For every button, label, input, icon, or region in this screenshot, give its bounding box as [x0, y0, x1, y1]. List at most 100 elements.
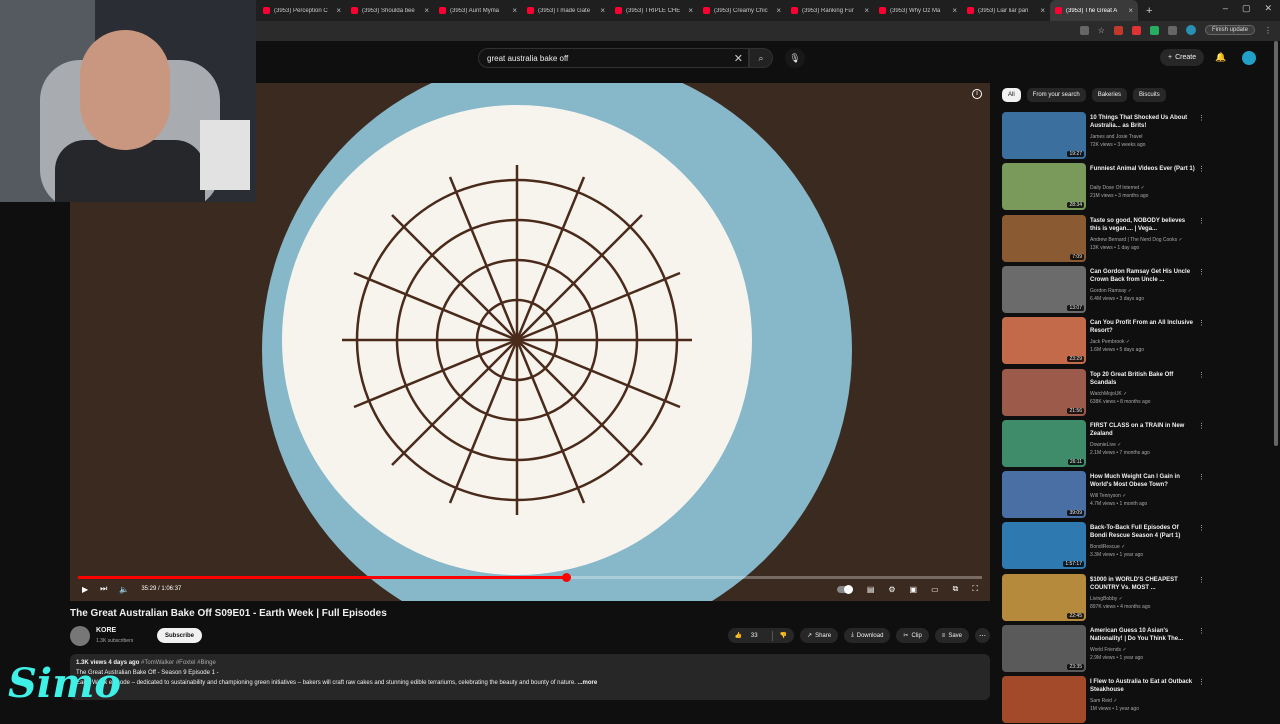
recommendation-item[interactable]: 23:29 Can You Profit From an All Inclusiv…	[1002, 317, 1205, 365]
video-thumbnail[interactable]: 13:07	[1002, 265, 1086, 313]
recommendation-item[interactable]: 26:11 FIRST CLASS on a TRAIN in New Zeala…	[1002, 419, 1205, 468]
clip-button[interactable]: ✂ Clip	[896, 628, 929, 643]
recommendation-channel[interactable]: BondiRescue ✓	[1090, 542, 1200, 552]
finish-update-button[interactable]: Finish update	[1204, 25, 1255, 35]
like-button[interactable]: 👍 33	[728, 632, 772, 639]
video-thumbnail[interactable]: 19:27	[1002, 112, 1086, 159]
channel-name[interactable]: KORE	[96, 627, 116, 634]
play-icon[interactable]: ▶	[82, 585, 88, 594]
extension-icon[interactable]	[1131, 25, 1141, 35]
subtitles-icon[interactable]: ▤	[867, 585, 875, 594]
browser-tab[interactable]: (3953) Ranking Fur ×	[786, 0, 874, 21]
recommendation-channel[interactable]: Gordon Ramsay ✓	[1090, 286, 1200, 296]
more-options-icon[interactable]: ⋮	[1198, 473, 1205, 481]
extension-icon[interactable]	[1113, 25, 1123, 35]
recommendation-title[interactable]: Can Gordon Ramsay Get His Uncle Crown Ba…	[1090, 268, 1196, 284]
close-tab-icon[interactable]: ×	[688, 6, 693, 15]
video-thumbnail[interactable]: 23:35	[1002, 625, 1086, 672]
recommendation-channel[interactable]: WatchMojoUK ✓	[1090, 389, 1200, 399]
hashtags[interactable]: #TomWalker #Foxtel #Binge	[141, 660, 216, 666]
download-button[interactable]: ⤓ Download	[844, 628, 891, 643]
recommendation-title[interactable]: Back-To-Back Full Episodes Of Bondi Resc…	[1090, 524, 1196, 540]
filter-chip[interactable]: All	[1002, 88, 1021, 102]
recommendation-item[interactable]: 19:27 10 Things That Shocked Us About Aus…	[1002, 112, 1205, 160]
more-options-icon[interactable]: ⋮	[1198, 524, 1205, 532]
more-options-icon[interactable]: ⋮	[1198, 165, 1205, 173]
close-tab-icon[interactable]: ×	[600, 6, 605, 15]
recommendation-title[interactable]: 10 Things That Shocked Us About Australi…	[1090, 114, 1196, 130]
recommendation-item[interactable]: 1:57:17 Back-To-Back Full Episodes Of Bon…	[1002, 522, 1205, 570]
profile-avatar[interactable]	[1185, 25, 1196, 35]
info-icon[interactable]: i	[972, 89, 982, 99]
miniplayer-icon[interactable]: ▣	[910, 585, 918, 594]
fullscreen-icon[interactable]: ⛶	[972, 584, 978, 594]
recommendation-title[interactable]: FIRST CLASS on a TRAIN in New Zealand	[1090, 422, 1196, 438]
more-options-icon[interactable]: ⋮	[1198, 422, 1205, 430]
clear-search-icon[interactable]: ✕	[734, 52, 743, 65]
video-thumbnail[interactable]	[1002, 676, 1086, 724]
video-thumbnail[interactable]: 26:11	[1002, 419, 1086, 467]
dislike-button[interactable]: 👎	[773, 632, 794, 639]
recommendation-channel[interactable]: Daily Dose Of Internet ✓	[1090, 183, 1200, 193]
recommendation-channel[interactable]: Sam Reid ✓	[1090, 696, 1200, 706]
save-button[interactable]: ≡ Save	[934, 628, 969, 643]
more-options-icon[interactable]: ⋮	[1198, 268, 1205, 276]
close-window-icon[interactable]: ✕	[1264, 3, 1272, 14]
progress-bar[interactable]	[78, 573, 982, 582]
puzzle-icon[interactable]	[1167, 25, 1177, 35]
voice-search-button[interactable]: 🎙	[785, 48, 805, 68]
browser-tab[interactable]: (3953) Liar liar pan ×	[962, 0, 1050, 21]
subscribe-button[interactable]: Subscribe	[157, 628, 203, 643]
bell-icon[interactable]: 🔔	[1215, 52, 1226, 63]
browser-tab[interactable]: (3953) I made Gate ×	[522, 0, 610, 21]
recommendation-channel[interactable]: Jack Pembrook ✓	[1090, 337, 1200, 347]
extension-icon[interactable]	[1149, 25, 1159, 35]
recommendation-title[interactable]: Funniest Animal Videos Ever (Part 1)	[1090, 165, 1196, 173]
recommendation-title[interactable]: $1000 in WORLD'S CHEAPEST COUNTRY Vs. MO…	[1090, 576, 1196, 592]
share-button[interactable]: ↗ Share	[800, 628, 839, 643]
filter-chip[interactable]: From your search	[1026, 88, 1086, 102]
more-options-icon[interactable]: ⋮	[1198, 217, 1205, 225]
recommendation-item[interactable]: I Flew to Australia to Eat at Outback St…	[1002, 676, 1205, 724]
channel-avatar[interactable]	[70, 626, 90, 646]
video-thumbnail[interactable]: 1:57:17	[1002, 522, 1086, 570]
recommendation-channel[interactable]: World Friends ✓	[1090, 645, 1200, 655]
search-input[interactable]: great australia bake off ✕	[478, 48, 749, 68]
browser-tab[interactable]: (3953) Creamy Chic ×	[698, 0, 786, 21]
recommendation-title[interactable]: Can You Profit From an All Inclusive Res…	[1090, 319, 1196, 335]
close-tab-icon[interactable]: ×	[952, 6, 957, 15]
recommendation-channel[interactable]: DownieLive ✓	[1090, 440, 1200, 450]
volume-icon[interactable]: 🔈	[119, 585, 129, 594]
more-options-icon[interactable]: ⋮	[1198, 678, 1205, 686]
recommendation-channel[interactable]: James and Josie Travel	[1090, 132, 1200, 142]
browser-tab[interactable]: (3953) The Great A ×	[1050, 0, 1138, 21]
video-thumbnail[interactable]: 23:29	[1002, 317, 1086, 365]
browser-tab[interactable]: (3953) Aunt Myma ×	[434, 0, 522, 21]
autoplay-toggle[interactable]	[836, 584, 853, 594]
close-tab-icon[interactable]: ×	[512, 6, 517, 15]
recommendation-title[interactable]: How Much Weight Can I Gain in World's Mo…	[1090, 473, 1196, 489]
more-actions-button[interactable]: ⋯	[975, 628, 990, 643]
more-options-icon[interactable]: ⋮	[1198, 319, 1205, 327]
recommendation-title[interactable]: American Guess 10 Asian's Nationality! |…	[1090, 627, 1196, 643]
page-scrollbar[interactable]	[1274, 41, 1278, 446]
recommendation-item[interactable]: 7:09 Taste so good, NOBODY believes this …	[1002, 214, 1205, 263]
recommendation-channel[interactable]: Andrew Bernard | The Nerd Dog Cooks ✓	[1090, 235, 1200, 245]
recommendation-item[interactable]: 28:34 Funniest Animal Videos Ever (Part 1…	[1002, 163, 1205, 211]
recommendation-title[interactable]: Taste so good, NOBODY believes this is v…	[1090, 217, 1196, 233]
close-tab-icon[interactable]: ×	[1040, 6, 1045, 15]
browser-tab[interactable]: (3953) TRIPLE CHE ×	[610, 0, 698, 21]
cast-icon[interactable]: ⧉	[953, 584, 959, 594]
theater-mode-icon[interactable]: ▭	[931, 585, 939, 594]
account-avatar[interactable]	[1242, 51, 1256, 65]
browser-tab[interactable]: (3953) Perception C ×	[258, 0, 346, 21]
close-tab-icon[interactable]: ×	[424, 6, 429, 15]
progress-scrubber[interactable]	[562, 573, 572, 582]
show-more-link[interactable]: ...more	[578, 680, 598, 686]
minimize-icon[interactable]: –	[1223, 3, 1228, 14]
browser-tab[interactable]: (3953) Shoulda bee ×	[346, 0, 434, 21]
close-tab-icon[interactable]: ×	[1128, 6, 1133, 15]
recommendation-title[interactable]: Top 20 Great British Bake Off Scandals	[1090, 371, 1196, 387]
recommendation-item[interactable]: 23:35 American Guess 10 Asian's Nationali…	[1002, 625, 1205, 673]
search-button[interactable]: ⌕	[749, 48, 773, 68]
